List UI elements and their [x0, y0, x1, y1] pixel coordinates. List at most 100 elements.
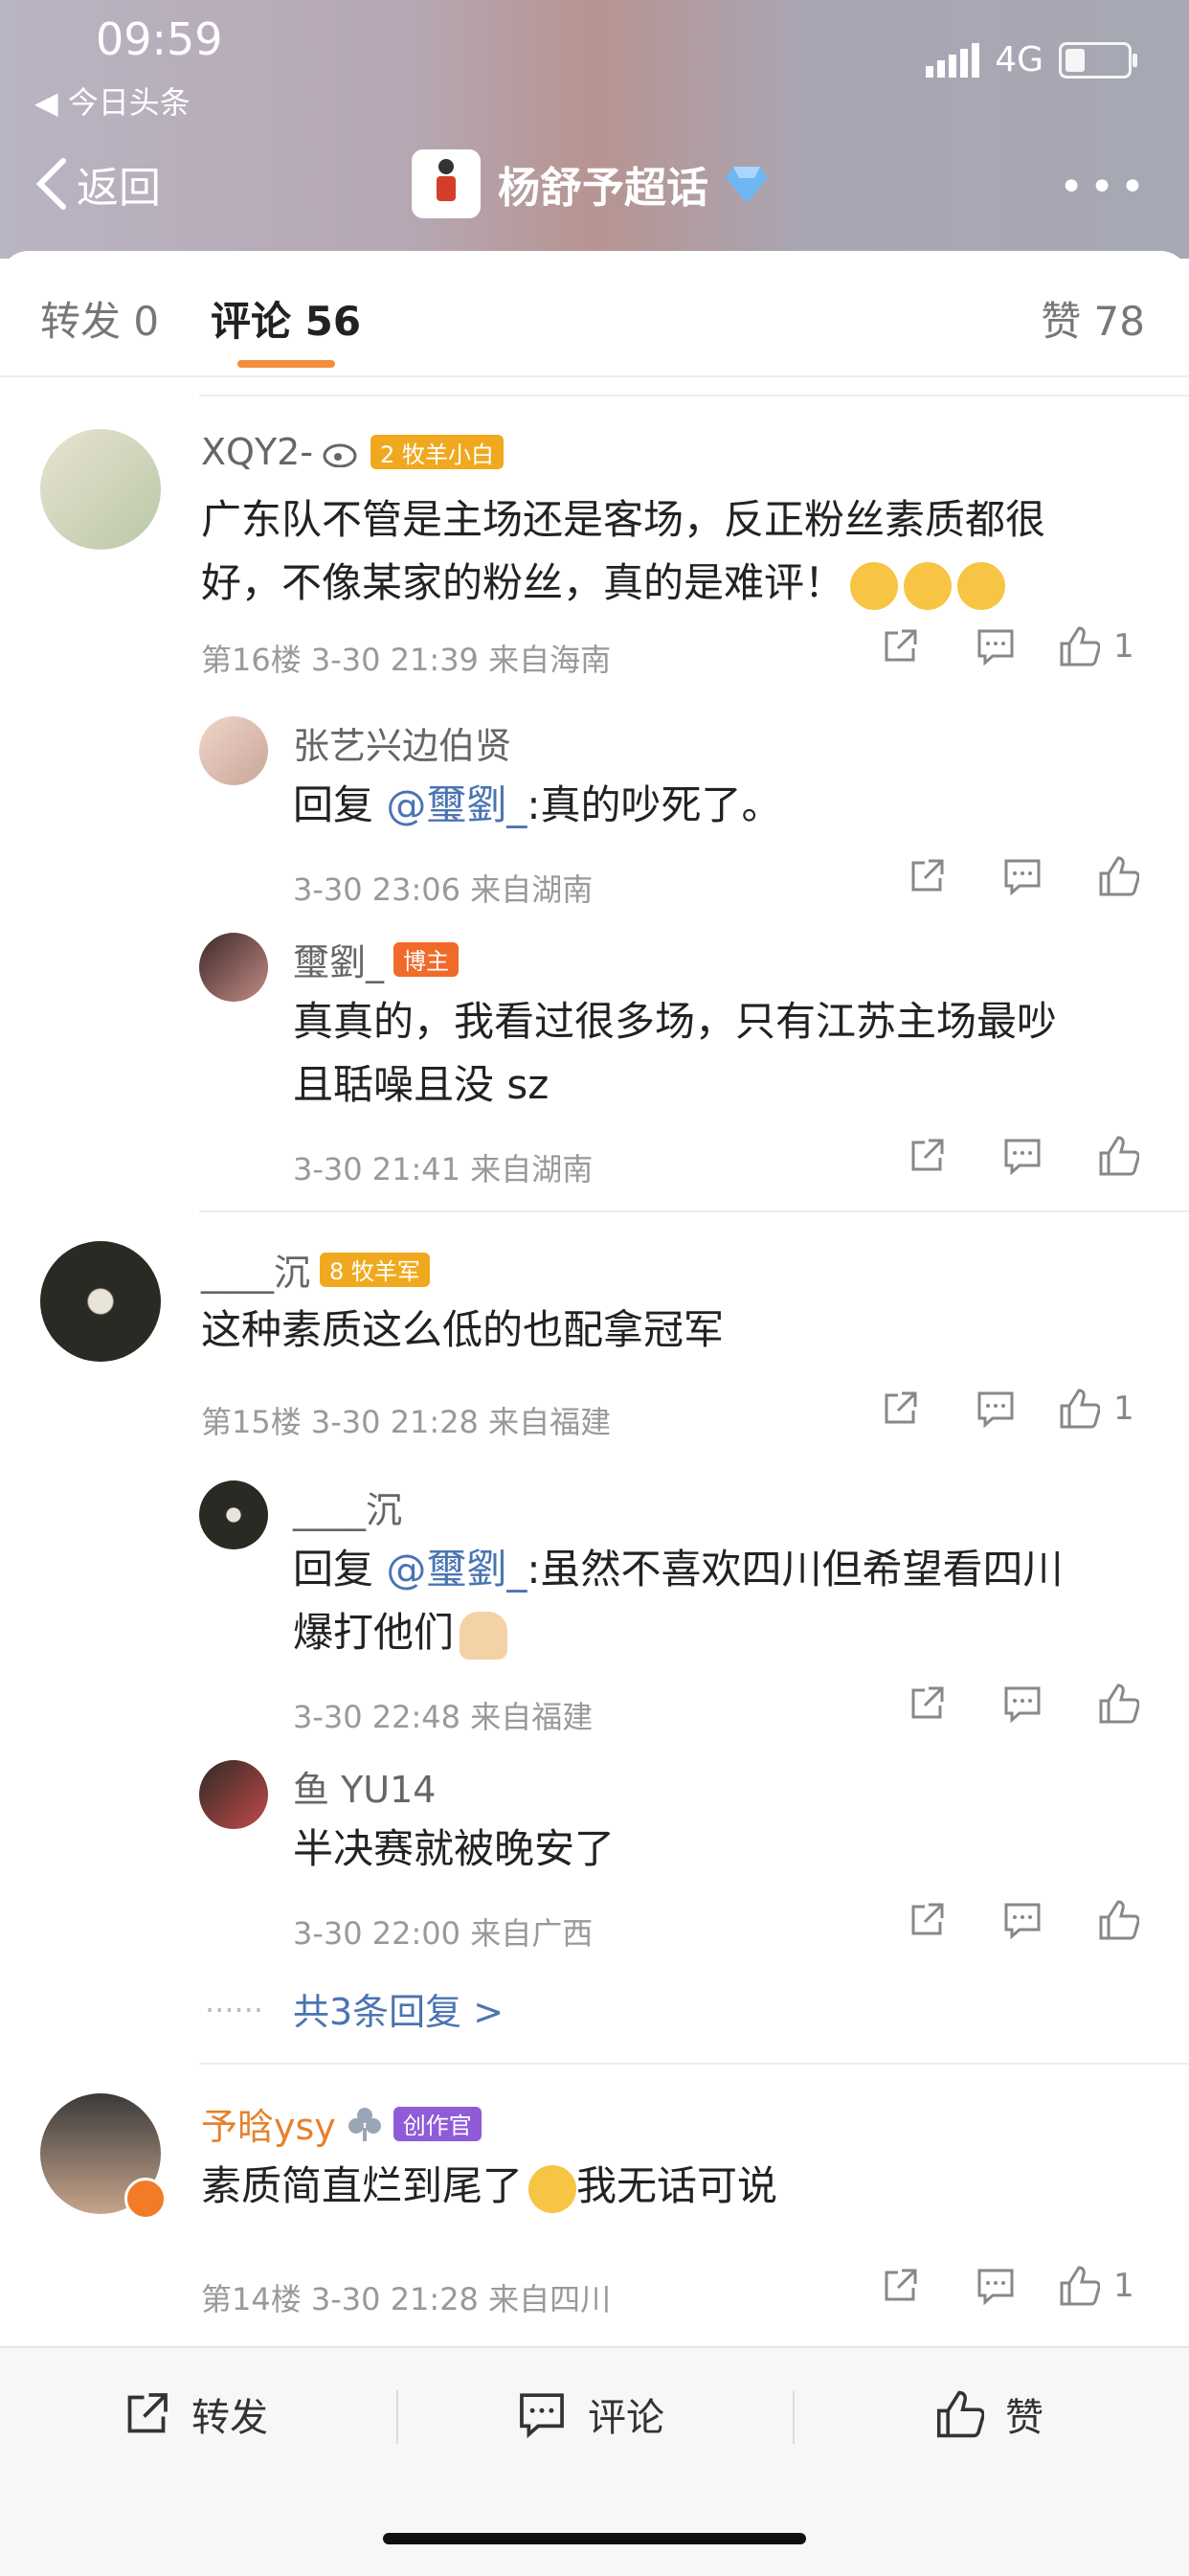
comment-author[interactable]: XQY2- 2 牧羊小白: [201, 431, 504, 473]
comment-text: 素质简直烂到尾了 我无话可说: [201, 2155, 777, 2218]
divider: [199, 1210, 1189, 1212]
creator-badge: 创作官: [393, 2106, 482, 2141]
reply-actions: [879, 856, 1166, 896]
reply-button[interactable]: [948, 2267, 1043, 2305]
share-icon: [911, 1903, 944, 1935]
laugh-cry-icon: [850, 561, 899, 610]
share-icon: [911, 1139, 944, 1171]
thumbs-up-icon: [1060, 1389, 1101, 1429]
comment-icon: [1004, 1686, 1041, 1723]
reply-actions: [879, 1900, 1166, 1940]
tab-comment[interactable]: 评论 56: [211, 289, 361, 348]
more-dots: ······: [205, 1992, 264, 2028]
share-button[interactable]: [879, 857, 975, 895]
avatar[interactable]: [199, 933, 268, 1002]
view-more-replies-link[interactable]: 共3条回复 >: [293, 1982, 504, 2035]
avatar[interactable]: [40, 1241, 161, 1362]
tab-bar: 转发 0 评论 56 赞 78: [0, 251, 1189, 377]
reply-button[interactable]: [975, 1901, 1070, 1939]
divider: [199, 395, 1189, 396]
reply-actions: [879, 1683, 1166, 1724]
more-button[interactable]: •••: [1059, 163, 1151, 212]
share-icon: [911, 859, 944, 892]
avatar[interactable]: [199, 716, 268, 785]
thumbs-up-icon: [1060, 626, 1101, 667]
reply-button[interactable]: [975, 1684, 1070, 1723]
back-button[interactable]: 返回: [33, 153, 161, 215]
reply-button[interactable]: [948, 627, 1043, 666]
like-button[interactable]: [1070, 1683, 1166, 1724]
comment-meta: 第14楼 3-30 21:28 来自四川: [201, 2281, 612, 2317]
thumbs-up-icon: [1060, 2266, 1101, 2306]
like-button[interactable]: 1: [1043, 1389, 1149, 1429]
comment-author[interactable]: ____沉 8 牧羊军: [201, 1243, 430, 1296]
mention-link[interactable]: @璽劉_: [386, 781, 527, 828]
reply-button[interactable]: [975, 1137, 1070, 1175]
like-button[interactable]: 1: [1043, 626, 1149, 667]
reply-button[interactable]: [975, 857, 1070, 895]
like-button[interactable]: [1070, 856, 1166, 896]
comment-button[interactable]: 评论: [517, 2386, 664, 2442]
topic-title[interactable]: 杨舒予超话: [412, 149, 768, 218]
status-indicators: 4G: [926, 40, 1137, 79]
share-button[interactable]: [852, 1390, 948, 1428]
reply-meta: 3-30 21:41 来自湖南: [293, 1151, 594, 1187]
reply-author[interactable]: 张艺兴边伯贤: [293, 716, 511, 769]
fan-badge: 8 牧羊军: [320, 1252, 430, 1287]
mention-link[interactable]: @璽劉_: [386, 1546, 527, 1593]
reply-text: 半决赛就被晚安了: [293, 1825, 616, 1872]
comment-actions: 1: [852, 626, 1149, 667]
topic-title-label: 杨舒予超话: [498, 164, 708, 213]
signal-icon: [926, 42, 980, 78]
gem-icon: [726, 167, 768, 203]
topic-avatar: [412, 149, 481, 218]
share-icon: [127, 2393, 168, 2433]
like-button[interactable]: 赞: [934, 2386, 1043, 2442]
pray-icon: [460, 1611, 508, 1660]
like-button[interactable]: 1: [1043, 2266, 1149, 2306]
network-label: 4G: [995, 40, 1043, 79]
reply-author[interactable]: 璽劉_ 博主: [293, 933, 460, 985]
laugh-cry-icon: [957, 561, 1006, 610]
tab-like[interactable]: 赞 78: [1041, 289, 1145, 348]
avatar[interactable]: [199, 1760, 268, 1829]
share-button[interactable]: [852, 2267, 948, 2305]
home-indicator: [383, 2533, 806, 2544]
chevron-left-icon: [35, 158, 66, 210]
back-to-app-link[interactable]: ◀ 今日头条: [34, 79, 191, 123]
share-icon: [885, 1391, 917, 1424]
tab-repost[interactable]: 转发 0: [40, 289, 159, 348]
thumbs-up-icon: [1099, 1900, 1139, 1940]
comment-actions: 1: [852, 1389, 1149, 1429]
avatar[interactable]: [199, 1480, 268, 1549]
thumbs-up-icon: [1099, 856, 1139, 896]
like-button[interactable]: [1070, 1900, 1166, 1940]
share-button[interactable]: [879, 1684, 975, 1723]
reply-text: 爆打他们: [293, 1601, 508, 1664]
thumbs-up-icon: [936, 2390, 984, 2438]
reply-text: 回复 @璽劉_:虽然不喜欢四川但希望看四川: [293, 1546, 1064, 1593]
share-button[interactable]: [852, 627, 948, 666]
reply-author[interactable]: 鱼 YU14: [293, 1760, 436, 1813]
blogger-badge: 博主: [393, 941, 460, 977]
comment-icon: [1004, 1903, 1041, 1939]
comment-icon: [520, 2393, 564, 2438]
reply-text: 真真的，我看过很多场，只有江苏主场最吵: [293, 998, 1058, 1045]
laugh-cry-icon: [528, 2164, 577, 2213]
comment-icon: [977, 2269, 1014, 2305]
comment-meta: 第15楼 3-30 21:28 来自福建: [201, 1404, 612, 1440]
share-button[interactable]: [879, 1137, 975, 1175]
share-button[interactable]: [879, 1901, 975, 1939]
like-button[interactable]: [1070, 1136, 1166, 1176]
avatar[interactable]: [40, 429, 161, 550]
reply-button[interactable]: [948, 1390, 1043, 1428]
comment-text: 广东队不管是主场还是客场，反正粉丝素质都很: [201, 496, 1046, 543]
comment-author[interactable]: 予晗ysy 创作官: [201, 2097, 482, 2150]
reply-author[interactable]: ____沉: [293, 1480, 402, 1533]
status-time: 09:59: [96, 13, 223, 65]
comment-icon: [977, 1391, 1014, 1428]
repost-button[interactable]: 转发: [123, 2386, 268, 2442]
reply-text: 且聒噪且没 sz: [293, 1061, 550, 1108]
comment-meta: 第16楼 3-30 21:39 来自海南: [201, 642, 612, 678]
battery-icon: [1059, 41, 1137, 79]
